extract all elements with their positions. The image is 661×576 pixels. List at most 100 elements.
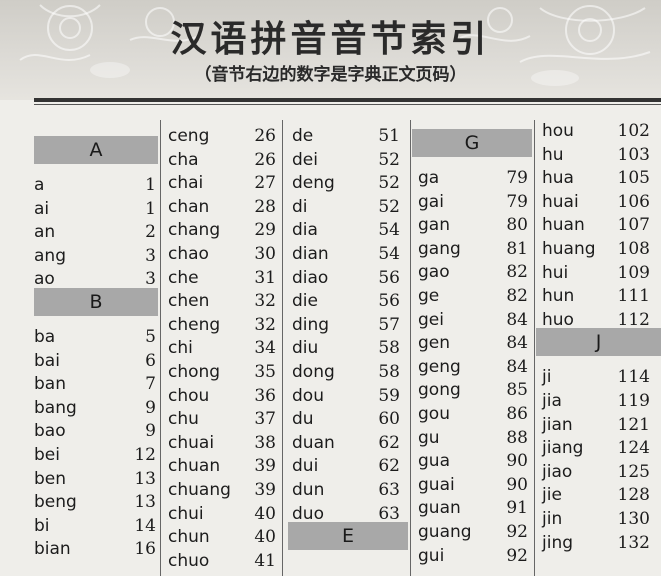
index-entry: ba 5 (34, 326, 156, 349)
page-number: 84 (506, 356, 528, 377)
syllable: dei (292, 149, 318, 170)
index-entry: jie 128 (542, 484, 650, 507)
index-entry: dun 63 (292, 479, 400, 502)
index-entry: chuang 39 (168, 479, 276, 502)
index-entry: deng 52 (292, 172, 400, 195)
page-number: 54 (378, 244, 400, 264)
index-entry: huai 106 (542, 191, 650, 214)
index-entry: jiang 124 (542, 437, 650, 460)
index-entry: gong 85 (418, 379, 528, 402)
index-entry: huan 107 (542, 214, 650, 237)
page-number: 114 (617, 367, 650, 388)
syllable: che (168, 267, 199, 288)
index-entry: chuai 38 (168, 432, 276, 455)
syllable: jia (542, 391, 562, 411)
index-entry: ben 13 (34, 468, 156, 491)
page-number: 28 (254, 196, 276, 217)
syllable: hun (542, 286, 575, 307)
index-entry: beng 13 (34, 491, 156, 514)
syllable: guai (418, 474, 455, 495)
section-letter: G (464, 132, 480, 154)
index-entry: ang 3 (34, 245, 156, 268)
index-entry: dui 62 (292, 455, 400, 478)
index-entry: chui 40 (168, 503, 276, 526)
section-letter: B (89, 291, 103, 313)
syllable: diu (292, 338, 319, 359)
syllable: jie (542, 485, 562, 506)
page-number: 31 (254, 267, 276, 288)
syllable: chuan (168, 456, 221, 477)
page-subtitle: （音节右边的数字是字典正文页码） (194, 65, 467, 85)
syllable: guang (418, 522, 472, 542)
syllable: cheng (168, 314, 221, 335)
page-number: 29 (254, 220, 276, 241)
page-number: 82 (506, 262, 528, 283)
syllable: ai (34, 198, 50, 219)
index-entry: cheng 32 (168, 314, 276, 337)
index-entry: gang 81 (418, 238, 528, 261)
syllable: chao (168, 244, 209, 264)
index-entry: diu 58 (292, 337, 400, 360)
syllable: ji (542, 367, 552, 388)
syllable: chang (168, 220, 221, 241)
index-entry: jiao 125 (542, 461, 650, 484)
page-number: 9 (145, 397, 156, 418)
page-number: 59 (378, 385, 400, 406)
index-entry: gao 82 (418, 261, 528, 284)
page-number: 13 (134, 492, 156, 513)
index-entry: dei 52 (292, 149, 400, 172)
syllable: jin (542, 509, 563, 529)
page-number: 132 (617, 532, 650, 553)
page-number: 84 (506, 309, 528, 330)
page-number: 14 (134, 515, 156, 536)
syllable: chong (168, 362, 221, 382)
syllable: gu (418, 427, 440, 448)
index-entry: hui 109 (542, 262, 650, 285)
index-entry: chai 27 (168, 172, 276, 195)
page-number: 3 (145, 245, 156, 266)
syllable: dou (292, 385, 324, 406)
syllable: ga (418, 168, 440, 188)
index-entry: jing 132 (542, 532, 650, 555)
index-entry: geng 84 (418, 356, 528, 379)
page-number: 62 (378, 432, 400, 453)
index-entry: ga 79 (418, 167, 528, 190)
syllable: chi (168, 338, 193, 359)
syllable: deng (292, 173, 335, 194)
page-number: 41 (254, 550, 276, 571)
section-heading-e: E (288, 522, 408, 551)
index-entry: du 60 (292, 408, 400, 431)
page-number: 32 (254, 314, 276, 335)
page-number: 84 (506, 333, 528, 354)
index-entry: gui 92 (418, 545, 528, 568)
index-entry: jian 121 (542, 414, 650, 437)
page-number: 40 (254, 503, 276, 524)
index-entry: bei 12 (34, 444, 156, 467)
index-entry: dou 59 (292, 385, 400, 408)
index-entry: de 51 (292, 125, 400, 148)
syllable: gei (418, 309, 444, 330)
syllable: huan (542, 215, 585, 236)
page-number: 90 (506, 451, 528, 472)
page-number: 108 (617, 239, 650, 259)
index-entry: chou 36 (168, 385, 276, 408)
page-number: 27 (254, 173, 276, 194)
syllable: dian (292, 244, 329, 264)
syllable: chan (168, 196, 210, 217)
section-heading-b: B (34, 288, 158, 316)
index-entry: chen 32 (168, 290, 276, 313)
syllable: hua (542, 168, 574, 189)
page-number: 60 (378, 409, 400, 430)
index-entry: ai 1 (34, 198, 156, 221)
page-number: 16 (134, 539, 156, 560)
syllable: gua (418, 451, 450, 472)
index-entry: ge 82 (418, 285, 528, 308)
syllable: jing (542, 532, 574, 553)
page-number: 81 (506, 238, 528, 259)
syllable: chou (168, 385, 210, 406)
syllable: ben (34, 468, 67, 489)
syllable: di (292, 196, 308, 217)
index-entry: bi 14 (34, 515, 156, 538)
page-number: 34 (254, 338, 276, 359)
page-number: 106 (617, 191, 650, 212)
